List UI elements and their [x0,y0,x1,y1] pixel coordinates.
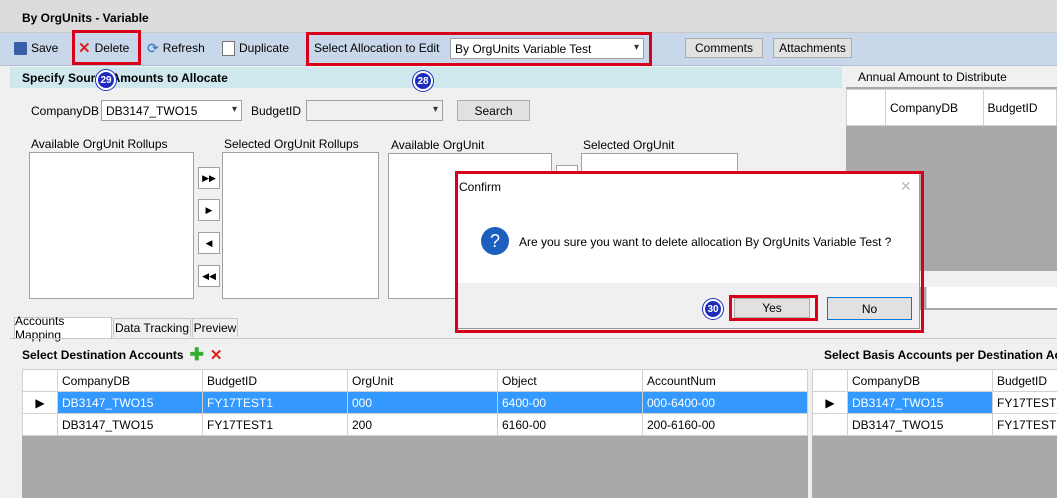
table-row[interactable]: ▶ DB3147_TWO15 FY17TEST1 000 6400-00 000… [22,391,808,414]
step-badge-29: 29 [96,70,116,90]
refresh-button[interactable]: ⟳ Refresh [147,33,205,63]
select-allocation-highlight-box [306,32,652,66]
chevron-down-icon: ▾ [231,104,237,115]
add-icon[interactable]: ✚ [190,346,204,363]
attachments-button[interactable]: Attachments [773,38,852,58]
comments-button[interactable]: Comments [685,38,763,58]
chevron-down-icon: ▾ [432,104,438,115]
table-row[interactable]: DB3147_TWO15 FY17TEST1 [812,413,1057,436]
budgetid-dropdown[interactable]: ▾ [306,100,443,121]
annual-header: Annual Amount to Distribute [846,67,1057,87]
column-header[interactable]: BudgetID [992,369,1057,392]
move-all-right-button[interactable]: ▶▶ [198,167,220,189]
available-rollups-list[interactable] [29,152,194,299]
window-titlebar: By OrgUnits - Variable [0,0,1057,33]
tab-accounts-mapping[interactable]: Accounts Mapping [14,314,112,342]
save-button[interactable]: Save [14,33,58,63]
delete-icon[interactable]: ✕ [210,346,223,364]
window-title: By OrgUnits - Variable [22,11,149,25]
available-orgunit-label: Available OrgUnit [391,138,485,152]
destination-grid: CompanyDB BudgetID OrgUnit Object Accoun… [22,369,808,498]
table-row[interactable]: ▶ DB3147_TWO15 FY17TEST1 [812,391,1057,414]
basis-title: Select Basis Accounts per Destination Ac… [824,348,1057,362]
budgetid-label: BudgetID [251,104,302,118]
save-icon [14,41,27,55]
basis-grid: CompanyDB BudgetID ▶ DB3147_TWO15 FY17TE… [812,369,1057,498]
column-header[interactable]: CompanyDB [885,89,984,126]
tab-preview[interactable]: Preview [192,318,238,337]
companydb-dropdown[interactable]: DB3147_TWO15 ▾ [101,100,242,121]
duplicate-icon [222,40,235,56]
search-button[interactable]: Search [457,100,530,121]
step-badge-28: 28 [413,71,433,91]
selected-rollups-list[interactable] [222,152,379,299]
companydb-label: CompanyDB [31,104,100,118]
tab-data-tracking[interactable]: Data Tracking [113,318,191,337]
available-rollups-label: Available OrgUnit Rollups [31,137,168,151]
column-header[interactable]: Object [497,369,643,392]
move-all-left-button[interactable]: ◀◀ [198,265,220,287]
column-header[interactable]: CompanyDB [847,369,993,392]
column-header[interactable]: CompanyDB [57,369,203,392]
move-left-button[interactable]: ◀ [198,232,220,254]
column-header[interactable]: BudgetID [982,89,1057,126]
selected-rollups-label: Selected OrgUnit Rollups [224,137,359,151]
column-header[interactable]: BudgetID [202,369,348,392]
selected-orgunit-label: Selected OrgUnit [583,138,675,152]
refresh-icon: ⟳ [147,39,159,56]
annual-grid: CompanyDB BudgetID [846,89,1057,126]
row-selector-icon: ▶ [22,391,58,414]
column-header[interactable]: OrgUnit [347,369,498,392]
destination-title: Select Destination Accounts [22,348,184,362]
table-row[interactable]: DB3147_TWO15 FY17TEST1 200 6160-00 200-6… [22,413,808,436]
yes-highlight-box [729,295,818,321]
dialog-highlight-box [455,171,924,333]
delete-highlight-box [72,30,141,65]
row-selector-icon: ▶ [812,391,848,414]
step-badge-30: 30 [703,299,723,319]
destination-header: Select Destination Accounts ✚ ✕ [22,346,222,364]
column-header[interactable]: AccountNum [642,369,808,392]
move-right-button[interactable]: ▶ [198,199,220,221]
duplicate-button[interactable]: Duplicate [222,33,289,63]
